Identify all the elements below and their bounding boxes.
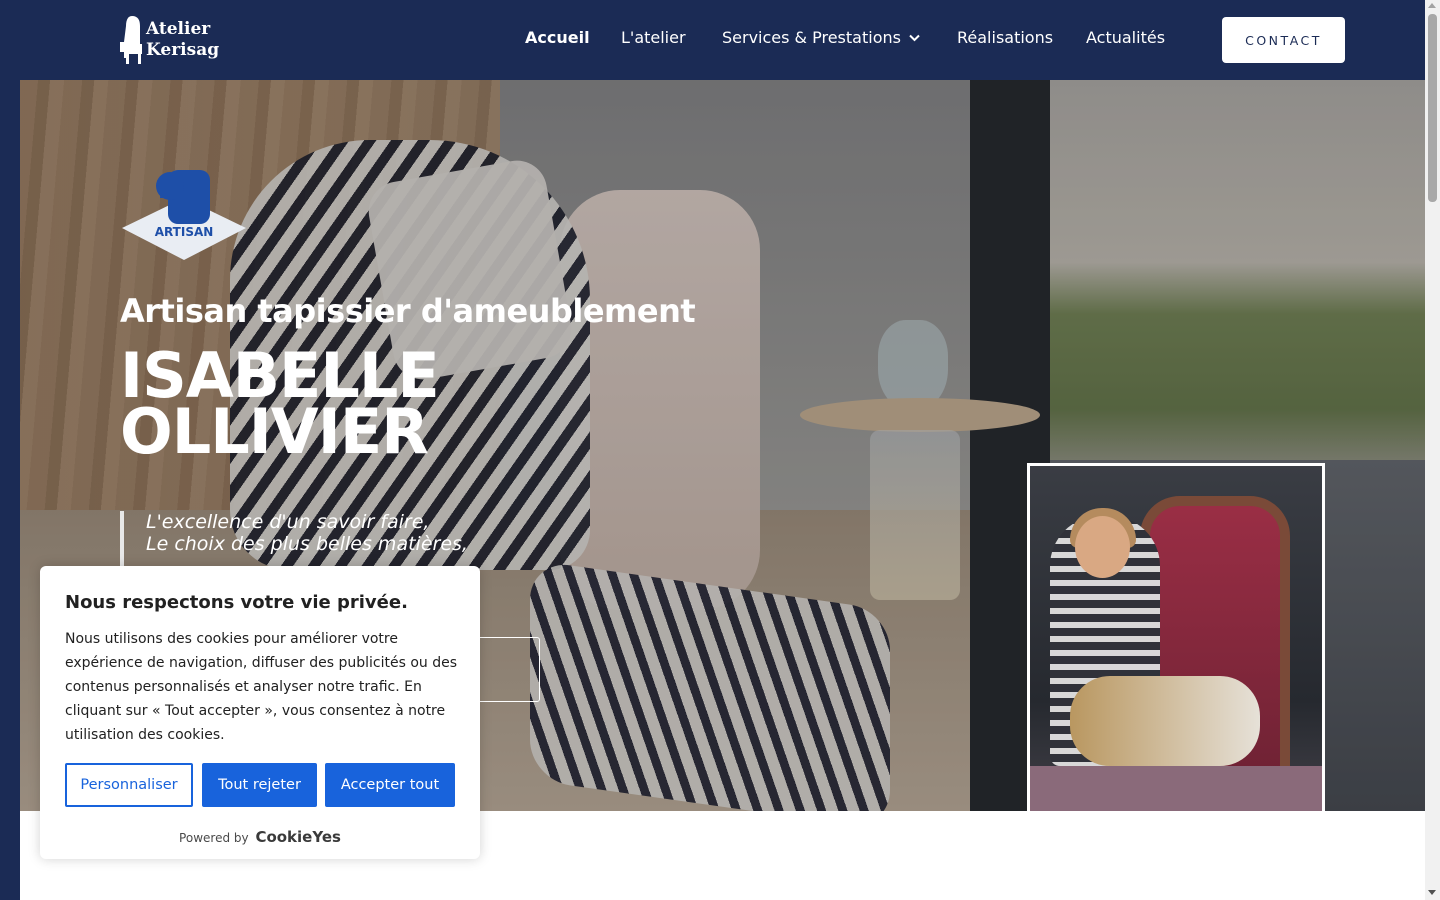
cookie-text: Nous utilisons des cookies pour améliore… — [65, 631, 457, 743]
scroll-down-arrow-icon[interactable] — [1428, 890, 1436, 895]
site-logo-text: Atelier Kerisag — [146, 19, 219, 61]
powered-by-label: Powered by — [179, 831, 249, 845]
site-logo[interactable]: Atelier Kerisag — [118, 14, 219, 66]
contact-button[interactable]: CONTACT — [1222, 17, 1345, 63]
artisan-badge-icon: ARTISAN — [122, 170, 246, 260]
cookie-customize-button[interactable]: Personnaliser — [65, 763, 193, 807]
photo-stuffing — [1070, 676, 1260, 766]
nav-item-atelier[interactable]: L'atelier — [621, 28, 686, 47]
nav-item-realisations[interactable]: Réalisations — [957, 28, 1053, 47]
hero-title-line-2: OLLIVIER — [120, 395, 429, 468]
chevron-down-icon — [909, 34, 920, 42]
hero-subtitle: Artisan tapissier d'ameublement — [120, 292, 696, 330]
scrollbar-thumb[interactable] — [1428, 14, 1437, 202]
cookie-title: Nous respectons votre vie privée. — [65, 592, 408, 613]
badge-label: ARTISAN — [155, 225, 214, 239]
nav-item-actualites[interactable]: Actualités — [1086, 28, 1165, 47]
page-scrollbar[interactable] — [1425, 0, 1440, 900]
cookieyes-logo: CookieYes — [255, 828, 341, 846]
cookie-reject-button[interactable]: Tout rejeter — [202, 763, 317, 807]
photo-person-head — [1075, 516, 1130, 578]
hero-quote-line-2: Le choix des plus belles matières, — [146, 533, 468, 555]
hero-title: ISABELLE OLLIVIER — [120, 345, 440, 468]
armchair-logo-icon — [120, 16, 142, 64]
logo-line-2: Kerisag — [146, 40, 220, 60]
nav-item-services[interactable]: Services & Prestations — [722, 28, 920, 47]
hero-quote-line-1: L'excellence d'un savoir faire, — [146, 511, 430, 533]
nav-item-services-label: Services & Prestations — [722, 28, 901, 47]
logo-line-1: Atelier — [146, 19, 211, 39]
cookie-powered-by[interactable]: Powered by CookieYes — [40, 828, 480, 846]
scroll-up-arrow-icon[interactable] — [1428, 3, 1436, 8]
cookie-banner: Nous respectons votre vie privée. Nous u… — [40, 566, 480, 859]
cookie-accept-button[interactable]: Accepter tout — [325, 763, 455, 807]
nav-item-accueil[interactable]: Accueil — [525, 28, 590, 47]
upholsterer-photo — [1027, 463, 1325, 861]
site-header: Atelier Kerisag Accueil L'atelier Servic… — [0, 0, 1425, 80]
